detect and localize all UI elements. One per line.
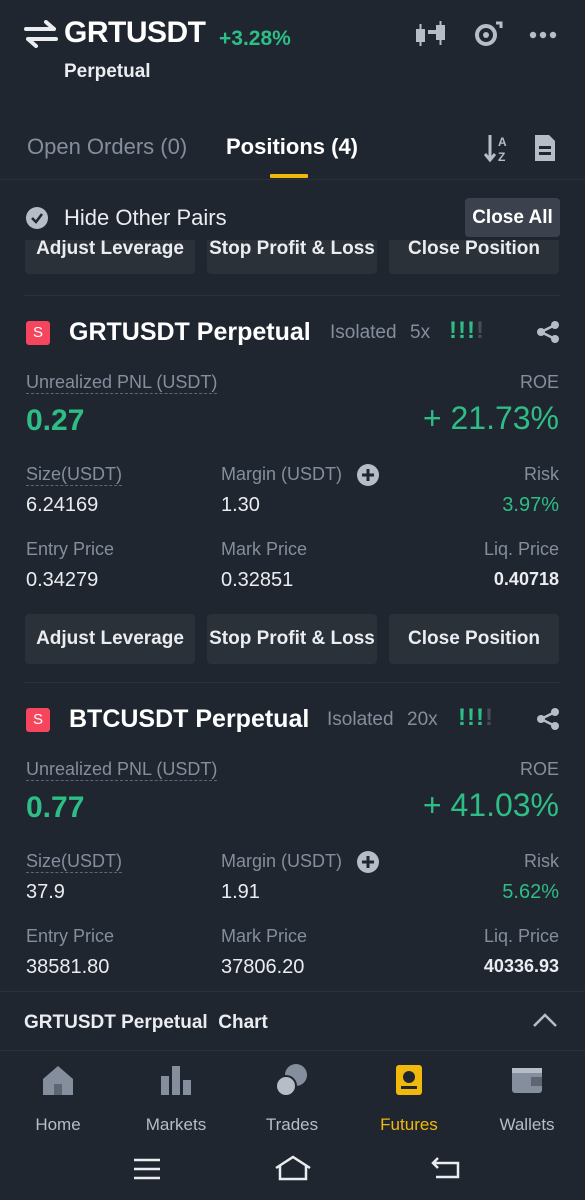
nav-futures[interactable]: Futures	[354, 1062, 464, 1135]
swap-pairs-icon[interactable]	[24, 20, 58, 48]
wallets-icon	[512, 1068, 542, 1093]
margin-label: Margin (USDT)	[221, 464, 343, 484]
adjust-leverage-button[interactable]: Adjust Leverage	[25, 236, 195, 274]
roe-value: + 41.03%	[422, 787, 559, 823]
size-label: Size(USDT)	[26, 851, 123, 873]
filter-bar: Hide Other Pairs Close All	[0, 180, 585, 240]
short-side-badge: S	[26, 321, 50, 345]
tab-positions[interactable]: Positions (4)	[226, 134, 358, 160]
markets-icon	[161, 1066, 191, 1095]
risk-value: 5.62%	[502, 881, 559, 903]
contract-type: Perpetual	[64, 61, 151, 82]
stop-profit-loss-button[interactable]: Stop Profit & Loss	[207, 614, 377, 664]
mark-price-label: Mark Price	[221, 539, 308, 559]
entry-price-label: Entry Price	[26, 539, 115, 559]
unrealized-pnl-label: Unrealized PNL (USDT)	[26, 372, 218, 394]
share-icon[interactable]	[536, 707, 560, 731]
calculator-icon[interactable]	[471, 20, 505, 50]
margin-label: Margin (USDT)	[221, 851, 343, 871]
margin-value: 1.30	[221, 494, 260, 516]
chart-toggle-bar[interactable]: GRTUSDT Perpetual Chart	[0, 991, 585, 1051]
mark-price-value: 0.32851	[221, 569, 294, 591]
price-change: +3.28%	[219, 27, 291, 50]
chart-label: GRTUSDT Perpetual Chart	[24, 1012, 268, 1033]
mark-price-label: Mark Price	[221, 926, 308, 946]
risk-label: Risk	[524, 464, 559, 484]
nav-label: Futures	[380, 1115, 438, 1134]
risk-label: Risk	[524, 851, 559, 871]
hide-other-pairs-label[interactable]: Hide Other Pairs	[64, 205, 227, 231]
roe-label: ROE	[519, 759, 559, 779]
more-options-icon[interactable]	[528, 20, 562, 50]
position-title[interactable]: BTCUSDT Perpetual	[69, 705, 309, 734]
margin-mode: Isolated	[327, 709, 394, 730]
sort-icon[interactable]: A Z	[484, 132, 514, 164]
back-icon[interactable]	[430, 1156, 462, 1180]
home-icon	[43, 1066, 73, 1095]
svg-text:A: A	[498, 135, 507, 149]
size-label: Size(USDT)	[26, 464, 123, 486]
system-navigation-bar	[0, 1140, 585, 1200]
bottom-navigation: Home Markets Trades Futures Wallets	[0, 1052, 585, 1140]
stop-profit-loss-button[interactable]: Stop Profit & Loss	[207, 236, 377, 274]
chevron-up-icon[interactable]	[532, 1012, 558, 1028]
liq-price-value: 40336.93	[483, 956, 559, 976]
close-all-button[interactable]: Close All	[465, 198, 560, 237]
order-tabs: Open Orders (0) Positions (4) A Z	[0, 120, 585, 180]
roe-value: + 21.73%	[422, 400, 559, 436]
entry-price-value: 0.34279	[26, 569, 99, 591]
nav-wallets[interactable]: Wallets	[472, 1062, 582, 1135]
unrealized-pnl-value: 0.77	[26, 791, 85, 824]
entry-price-label: Entry Price	[26, 926, 115, 946]
nav-home[interactable]: Home	[3, 1062, 113, 1135]
adjust-leverage-button[interactable]: Adjust Leverage	[25, 614, 195, 664]
adl-indicator: !!!!	[458, 704, 494, 731]
leverage: 20x	[407, 709, 438, 730]
add-margin-icon[interactable]	[357, 851, 379, 873]
unrealized-pnl-value: 0.27	[26, 404, 85, 437]
active-tab-indicator	[270, 174, 308, 178]
header: GRTUSDT +3.28% Perpetual	[0, 0, 585, 100]
svg-text:Z: Z	[498, 150, 505, 164]
liq-price-label: Liq. Price	[483, 926, 559, 946]
margin-mode: Isolated	[330, 322, 397, 343]
position-card: S GRTUSDT Perpetual Isolated 5x !!!! Unr…	[0, 296, 585, 686]
unrealized-pnl-label: Unrealized PNL (USDT)	[26, 759, 218, 781]
leverage: 5x	[410, 322, 431, 343]
entry-price-value: 38581.80	[26, 956, 110, 978]
size-value: 6.24169	[26, 494, 99, 516]
candlestick-chart-icon[interactable]	[414, 20, 448, 50]
previous-position-actions: Adjust Leverage Stop Profit & Loss Close…	[0, 236, 585, 280]
share-icon[interactable]	[536, 320, 560, 344]
nav-trades[interactable]: Trades	[237, 1062, 347, 1135]
risk-value: 3.97%	[502, 494, 559, 516]
home-button-icon[interactable]	[273, 1154, 313, 1182]
position-title[interactable]: GRTUSDT Perpetual	[69, 318, 311, 347]
pair-title[interactable]: GRTUSDT	[64, 16, 206, 50]
checkbox-checked-icon[interactable]	[26, 207, 48, 229]
mark-price-value: 37806.20	[221, 956, 305, 978]
margin-value: 1.91	[221, 881, 260, 903]
liq-price-value: 0.40718	[493, 569, 559, 589]
trades-icon	[275, 1064, 307, 1097]
position-card: S BTCUSDT Perpetual Isolated 20x !!!! Un…	[0, 683, 585, 991]
nav-label: Wallets	[499, 1115, 555, 1134]
document-icon[interactable]	[531, 132, 561, 164]
nav-label: Home	[35, 1115, 81, 1134]
adl-indicator: !!!!	[449, 317, 485, 344]
recent-apps-icon[interactable]	[132, 1157, 162, 1181]
nav-label: Trades	[265, 1115, 319, 1134]
futures-icon	[396, 1065, 422, 1095]
tab-open-orders[interactable]: Open Orders (0)	[27, 134, 187, 160]
nav-label: Markets	[145, 1115, 207, 1134]
add-margin-icon[interactable]	[357, 464, 379, 486]
liq-price-label: Liq. Price	[483, 539, 559, 559]
size-value: 37.9	[26, 881, 65, 903]
close-position-button[interactable]: Close Position	[389, 236, 559, 274]
roe-label: ROE	[519, 372, 559, 392]
short-side-badge: S	[26, 708, 50, 732]
nav-markets[interactable]: Markets	[121, 1062, 231, 1135]
close-position-button[interactable]: Close Position	[389, 614, 559, 664]
